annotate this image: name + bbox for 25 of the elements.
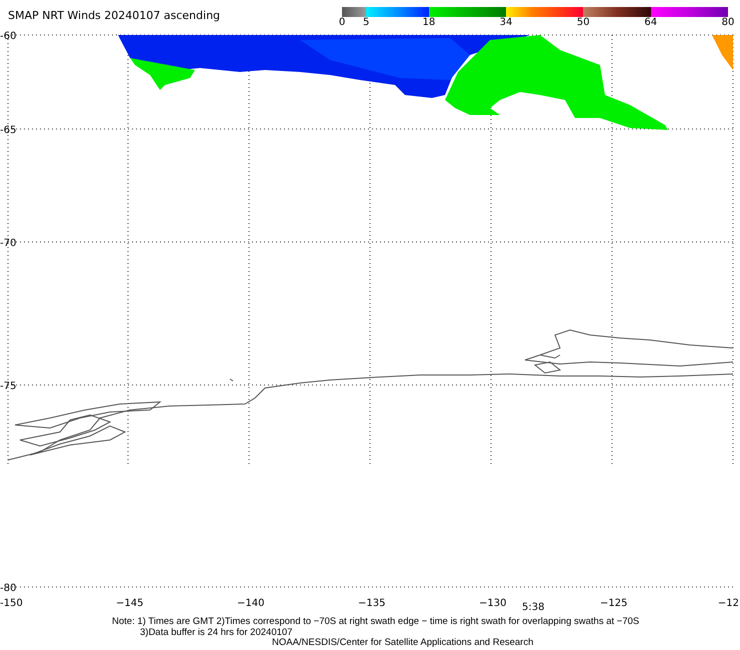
colorbar-tick-label: 18 — [422, 18, 436, 28]
time-label: 5:38 — [522, 602, 544, 613]
longitude-label: −130 — [479, 598, 506, 609]
colorbar-segment — [583, 7, 651, 17]
colorbar-tick-label: 80 — [722, 18, 734, 28]
longitude-label: −135 — [358, 598, 386, 609]
latitude-label: -80 — [0, 583, 16, 594]
latitude-label: -70 — [0, 238, 16, 249]
colorbar-tick-label: 0 — [338, 18, 346, 28]
colorbar-tick-label: 64 — [644, 18, 658, 28]
colorbar-tick-label: 5 — [362, 18, 370, 28]
latitude-label: -65 — [0, 125, 16, 136]
note-text: Note: 1) Times are GMT 2)Times correspond to −70S at right swath edge − time is right swath for overlapping swaths at −70S — [112, 617, 640, 628]
longitude-label: −145 — [116, 598, 144, 609]
credit-text: NOAA/NESDIS/Center for Satellite Applications and Research — [272, 638, 534, 648]
colorbar-tick-label: 34 — [500, 18, 512, 28]
latitude-label: -60 — [0, 31, 16, 42]
longitude-label: −140 — [237, 598, 264, 609]
longitude-label: −125 — [600, 598, 628, 609]
longitude-label: −12 — [718, 598, 739, 609]
note-text: 3)Data buffer is 24 hrs for 20240107 — [140, 628, 294, 638]
map-title: SMAP NRT Winds 20240107 ascending — [8, 10, 222, 21]
latitude-label: -75 — [0, 381, 16, 392]
longitude-label: -150 — [0, 598, 23, 609]
colorbar-tick-label: 50 — [576, 18, 590, 28]
